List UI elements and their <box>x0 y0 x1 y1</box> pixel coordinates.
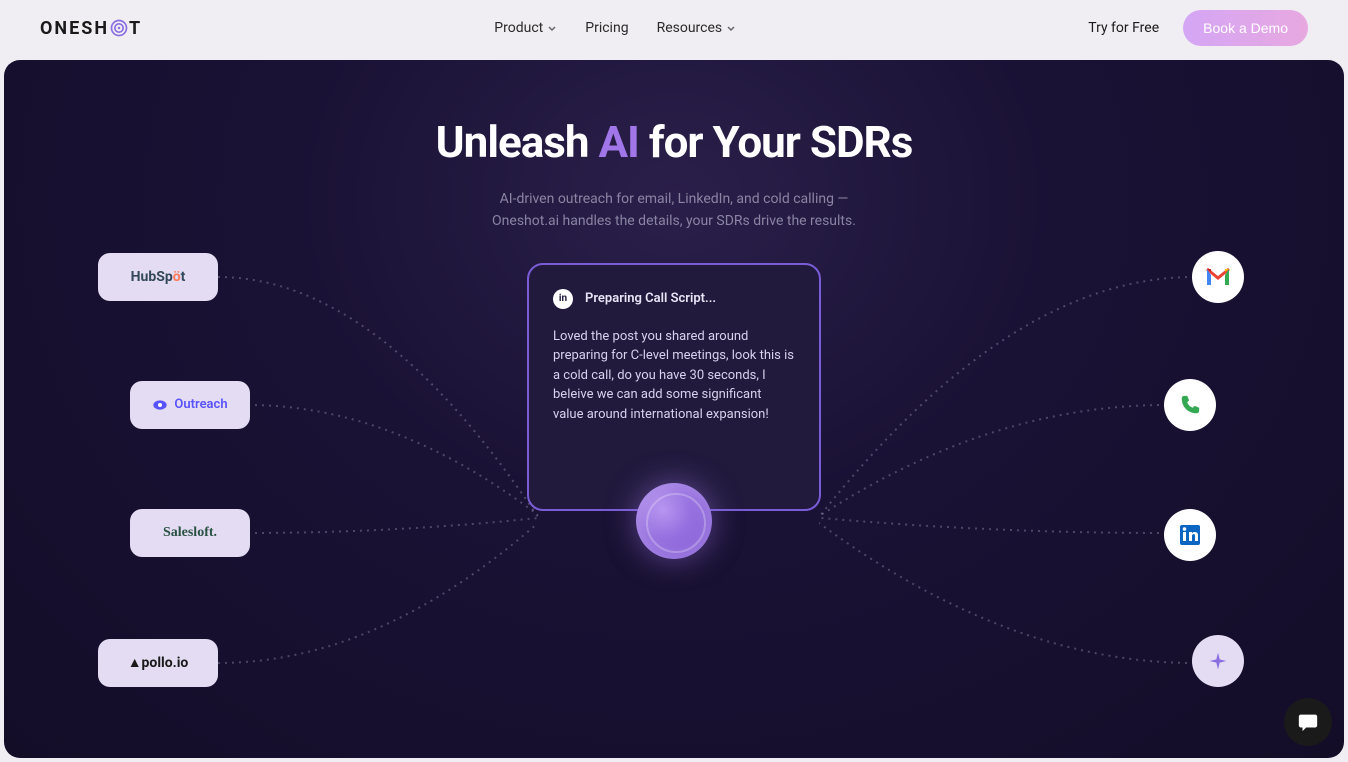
outreach-label: Outreach <box>174 397 227 412</box>
logo-text-post: T <box>129 18 142 39</box>
card-title: Preparing Call Script... <box>585 291 716 306</box>
hero-title-ai: AI <box>598 116 638 168</box>
card-body: Loved the post you shared around prepari… <box>553 327 795 425</box>
logo-o-icon <box>109 18 129 38</box>
hero-title-post: for Your SDRs <box>639 116 912 168</box>
nav-label: Product <box>494 20 543 36</box>
channel-phone <box>1164 379 1216 431</box>
linkedin-icon <box>1178 523 1202 547</box>
hero-title: Unleash AI for Your SDRs <box>4 116 1344 168</box>
channel-linkedin <box>1164 509 1216 561</box>
outreach-icon <box>152 397 168 413</box>
integration-apollo: ▲pollo.io <box>98 639 218 687</box>
chat-icon <box>1297 711 1319 733</box>
integration-hubspot: HubSpöt <box>98 253 218 301</box>
integration-outreach: Outreach <box>130 381 250 429</box>
ai-orb <box>636 483 712 559</box>
sparkle-icon <box>1208 651 1228 671</box>
chevron-down-icon <box>547 23 557 33</box>
logo[interactable]: ONESH T <box>40 18 142 39</box>
connector-line <box>821 405 1166 525</box>
nav-right: Try for Free Book a Demo <box>1088 10 1308 46</box>
chat-widget-button[interactable] <box>1284 698 1332 746</box>
connector-line <box>218 277 538 537</box>
salesloft-label: Salesloft. <box>163 525 217 541</box>
logo-text-pre: ONESH <box>40 18 109 39</box>
nav-item-pricing[interactable]: Pricing <box>585 20 628 36</box>
integration-salesloft: Salesloft. <box>130 509 250 557</box>
navbar: ONESH T Product Pricing Resources Try fo… <box>0 0 1348 56</box>
apollo-label: ▲pollo.io <box>128 654 189 671</box>
connector-line <box>819 277 1194 537</box>
connector-line <box>218 523 538 668</box>
connector-line <box>819 523 1194 668</box>
nav-label: Pricing <box>585 20 628 36</box>
nav-center: Product Pricing Resources <box>494 20 736 36</box>
call-script-card: in Preparing Call Script... Loved the po… <box>527 263 821 511</box>
subtitle-line1: AI-driven outreach for email, LinkedIn, … <box>500 191 849 207</box>
hero-section: Unleash AI for Your SDRs AI-driven outre… <box>4 60 1344 758</box>
card-header: in Preparing Call Script... <box>553 289 795 309</box>
nav-item-product[interactable]: Product <box>494 20 557 36</box>
nav-label: Resources <box>657 20 723 36</box>
channel-sparkle <box>1192 635 1244 687</box>
connector-line <box>248 518 538 538</box>
hero-subtitle: AI-driven outreach for email, LinkedIn, … <box>4 188 1344 233</box>
channel-gmail <box>1192 251 1244 303</box>
book-demo-button[interactable]: Book a Demo <box>1183 10 1308 46</box>
hero-content: Unleash AI for Your SDRs AI-driven outre… <box>4 60 1344 233</box>
nav-item-resources[interactable]: Resources <box>657 20 737 36</box>
connector-line <box>821 518 1166 538</box>
diagram-area: HubSpöt Outreach Salesloft. ▲pollo.io in… <box>4 263 1344 743</box>
try-for-free-link[interactable]: Try for Free <box>1088 20 1159 36</box>
phone-icon <box>1179 394 1201 416</box>
gmail-icon <box>1205 267 1231 287</box>
hero-title-pre: Unleash <box>436 116 599 168</box>
connector-line <box>248 405 538 525</box>
hubspot-label: HubSpöt <box>131 269 186 285</box>
linkedin-small-icon: in <box>553 289 573 309</box>
chevron-down-icon <box>726 23 736 33</box>
subtitle-line2: Oneshot.ai handles the details, your SDR… <box>492 213 856 229</box>
